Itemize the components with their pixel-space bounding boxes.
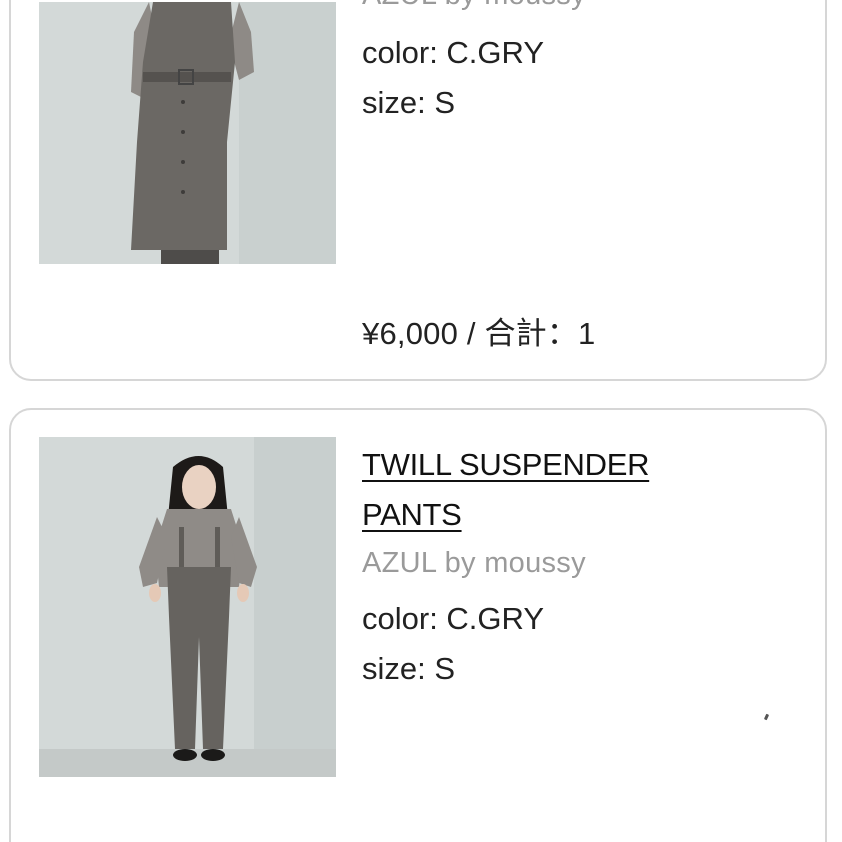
size-label: size: S: [362, 85, 456, 120]
cart-list: AZUL by moussy color: C.GRY size: S ¥6,0…: [0, 0, 842, 842]
cart-item-card: AZUL by moussy color: C.GRY size: S ¥6,0…: [9, 0, 827, 381]
product-title-link[interactable]: TWILL SUSPENDER PANTS: [362, 440, 805, 540]
color-label: color: C.GRY: [362, 601, 545, 636]
product-title-line1[interactable]: TWILL SUSPENDER: [362, 447, 649, 482]
product-image[interactable]: [39, 2, 336, 264]
suspender-pants-photo: [39, 437, 336, 777]
color-label: color: C.GRY: [362, 35, 545, 70]
item-details: AZUL by moussy color: C.GRY size: S: [362, 0, 805, 128]
stray-mark: [763, 713, 770, 721]
vest-dress-photo: [39, 2, 336, 264]
product-title-line2[interactable]: PANTS: [362, 497, 462, 532]
product-image[interactable]: [39, 437, 336, 777]
cart-item-card: TWILL SUSPENDER PANTS AZUL by moussy col…: [9, 408, 827, 842]
price-quantity: ¥6,000 / 合計：1: [362, 316, 596, 351]
item-details: TWILL SUSPENDER PANTS AZUL by moussy col…: [362, 440, 805, 694]
brand-name: AZUL by moussy: [362, 547, 586, 579]
brand-name: AZUL by moussy: [362, 0, 805, 18]
size-label: size: S: [362, 651, 456, 686]
